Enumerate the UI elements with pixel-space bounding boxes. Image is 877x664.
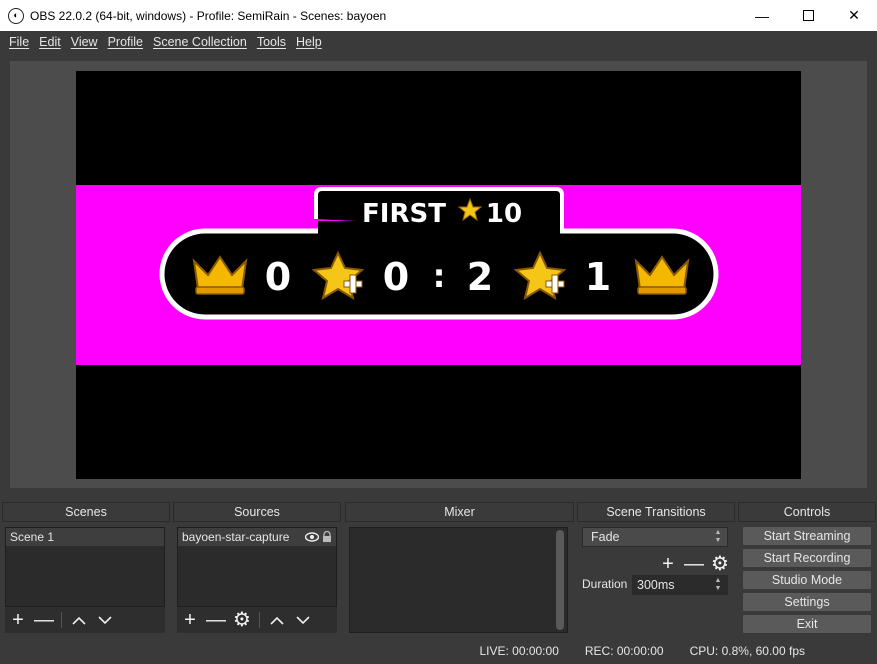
- lock-icon[interactable]: [322, 531, 332, 543]
- menu-bar: File Edit View Profile Scene Collection …: [0, 31, 877, 53]
- studio-mode-button[interactable]: Studio Mode: [742, 570, 872, 590]
- right-stars: 2: [467, 255, 493, 299]
- scenes-dock-title: Scenes: [2, 502, 170, 522]
- add-transition-button[interactable]: +: [655, 551, 681, 577]
- list-item[interactable]: bayoen-star-capture: [178, 528, 336, 546]
- move-down-icon[interactable]: [290, 607, 316, 633]
- duration-label: Duration: [582, 577, 628, 591]
- visibility-eye-icon[interactable]: [305, 532, 319, 542]
- maximize-icon[interactable]: [785, 0, 831, 31]
- remove-transition-button[interactable]: —: [681, 551, 707, 577]
- window-controls: — ✕: [739, 0, 877, 31]
- add-scene-button[interactable]: +: [5, 607, 31, 633]
- right-score: 1: [585, 255, 611, 299]
- list-item[interactable]: Scene 1: [6, 528, 164, 546]
- start-recording-button[interactable]: Start Recording: [742, 548, 872, 568]
- start-streaming-button[interactable]: Start Streaming: [742, 526, 872, 546]
- left-score: 0: [265, 255, 291, 299]
- score-separator: :: [433, 257, 446, 295]
- menu-file[interactable]: File: [4, 35, 34, 49]
- mixer-panel: [349, 527, 568, 633]
- menu-help[interactable]: Help: [291, 35, 327, 49]
- add-source-button[interactable]: +: [177, 607, 203, 633]
- menu-view[interactable]: View: [66, 35, 103, 49]
- toolbar-divider: [61, 612, 62, 628]
- remove-source-button[interactable]: —: [203, 607, 229, 633]
- menu-tools[interactable]: Tools: [252, 35, 291, 49]
- select-arrow-icon: ▲ ▼: [714, 529, 722, 544]
- transition-gear-icon[interactable]: ⚙: [707, 551, 733, 577]
- rec-timer: REC: 00:00:00: [584, 644, 664, 658]
- duration-spinbox[interactable]: 300ms ▲ ▼: [632, 575, 728, 595]
- transition-select[interactable]: Fade ▲ ▼: [582, 527, 728, 547]
- move-up-icon[interactable]: [264, 607, 290, 633]
- sources-toolbar: + — ⚙: [177, 607, 337, 633]
- transitions-dock-title: Scene Transitions: [577, 502, 735, 522]
- menu-scene-collection[interactable]: Scene Collection: [148, 35, 252, 49]
- preview-canvas[interactable]: FIRST 10 0 0 : 2 1: [76, 71, 801, 479]
- mixer-dock-title: Mixer: [345, 502, 574, 522]
- obs-logo-icon: ◐: [8, 7, 24, 24]
- settings-button[interactable]: Settings: [742, 592, 872, 612]
- move-up-icon[interactable]: [66, 607, 92, 633]
- scoreboard-graphic: FIRST 10 0 0 : 2 1: [159, 187, 719, 320]
- status-bar: LIVE: 00:00:00 REC: 00:00:00 CPU: 0.8%, …: [0, 638, 877, 664]
- header-target: 10: [486, 199, 522, 229]
- source-name: bayoen-star-capture: [182, 530, 290, 544]
- sources-dock-title: Sources: [173, 502, 341, 522]
- menu-edit[interactable]: Edit: [34, 35, 66, 49]
- toolbar-divider: [259, 612, 260, 628]
- duration-value: 300ms: [637, 578, 675, 592]
- transition-toolbar: + — ⚙: [655, 551, 733, 577]
- scenes-list[interactable]: Scene 1: [5, 527, 165, 607]
- gear-icon[interactable]: ⚙: [229, 607, 255, 633]
- exit-button[interactable]: Exit: [742, 614, 872, 634]
- scenes-toolbar: + —: [5, 607, 165, 633]
- mixer-scrollbar[interactable]: [556, 530, 564, 630]
- live-timer: LIVE: 00:00:00: [479, 644, 559, 658]
- spin-arrow-icon[interactable]: ▲ ▼: [709, 576, 727, 594]
- left-stars: 0: [383, 255, 409, 299]
- header-label: FIRST: [362, 199, 446, 229]
- move-down-icon[interactable]: [92, 607, 118, 633]
- controls-dock-title: Controls: [738, 502, 876, 522]
- title-bar: ◐ OBS 22.0.2 (64-bit, windows) - Profile…: [0, 0, 877, 31]
- close-icon[interactable]: ✕: [831, 0, 877, 31]
- cpu-status: CPU: 0.8%, 60.00 fps: [689, 644, 805, 658]
- minimize-icon[interactable]: —: [739, 0, 785, 31]
- remove-scene-button[interactable]: —: [31, 607, 57, 633]
- menu-profile[interactable]: Profile: [103, 35, 148, 49]
- transition-selected-value: Fade: [591, 530, 620, 544]
- window-title: OBS 22.0.2 (64-bit, windows) - Profile: …: [30, 8, 387, 23]
- sources-list[interactable]: bayoen-star-capture: [177, 527, 337, 607]
